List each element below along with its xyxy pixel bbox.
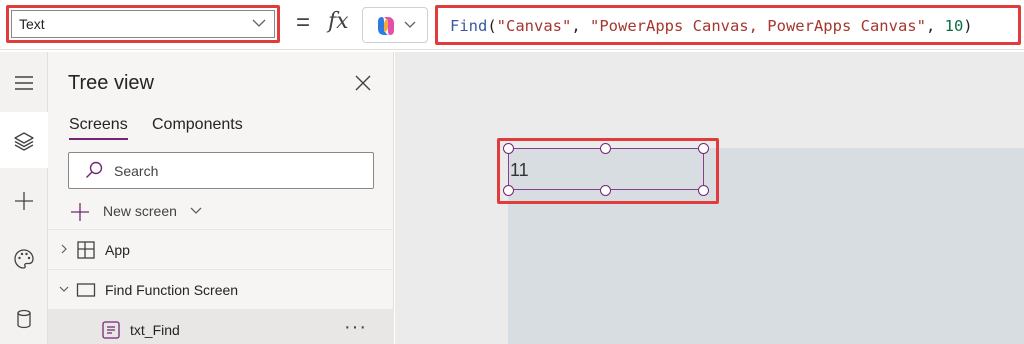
resize-handle-top-right[interactable]: [698, 143, 709, 154]
data-button[interactable]: [0, 290, 48, 344]
screen-icon: [76, 283, 96, 297]
tab-underline: [69, 138, 128, 140]
theme-button[interactable]: [0, 230, 48, 286]
chevron-right-icon[interactable]: [58, 243, 70, 255]
tree-item-txt-find[interactable]: txt_Find ···: [48, 309, 394, 344]
tab-screens-label: Screens: [69, 116, 128, 133]
chevron-down-icon: [252, 19, 266, 27]
chevron-down-icon: [190, 207, 202, 214]
formula-token: ,: [571, 17, 590, 35]
formula-token: 10: [944, 17, 964, 35]
hamburger-menu-icon: [15, 76, 33, 90]
chevron-down-icon[interactable]: [58, 283, 70, 295]
formula-token: ): [963, 17, 973, 35]
tree-item-label: App: [105, 242, 130, 258]
formula-token: (: [487, 17, 497, 35]
more-options-icon[interactable]: ···: [344, 316, 367, 339]
tab-components[interactable]: Components: [152, 116, 243, 134]
copilot-icon: [378, 17, 394, 35]
layers-icon: [14, 132, 34, 151]
text-label-icon: [102, 321, 120, 339]
insert-button[interactable]: [0, 172, 48, 228]
equals-sign: =: [296, 9, 311, 36]
tree-view-button[interactable]: [0, 112, 48, 168]
search-placeholder: Search: [114, 163, 159, 179]
search-input[interactable]: Search: [68, 152, 374, 189]
fx-icon: fx: [328, 9, 349, 34]
formula-token: "Canvas": [496, 17, 572, 35]
canvas-area: 11: [395, 52, 1024, 344]
resize-handle-top-left[interactable]: [503, 143, 514, 154]
app-grid-icon: [77, 241, 95, 259]
tree-view-panel: Tree view Screens Components Search New …: [48, 52, 394, 344]
new-screen-label: New screen: [103, 203, 177, 219]
panel-title: Tree view: [68, 72, 154, 94]
tree-item-label: Find Function Screen: [105, 282, 239, 298]
plus-icon: [71, 203, 89, 221]
resize-handle-bottom[interactable]: [600, 185, 611, 196]
database-icon: [17, 309, 31, 329]
formula-input[interactable]: Find("Canvas", "PowerApps Canvas, PowerA…: [435, 5, 1021, 45]
property-dropdown[interactable]: Text: [6, 5, 280, 43]
resize-handle-bottom-left[interactable]: [503, 185, 514, 196]
property-dropdown-frame: [11, 10, 275, 38]
txt-find-label[interactable]: 11: [508, 148, 704, 190]
formula-token: Find: [450, 17, 488, 35]
palette-icon: [14, 249, 34, 269]
control-value: 11: [510, 160, 529, 180]
resize-handle-top[interactable]: [600, 143, 611, 154]
formula-token: "PowerApps Canvas, PowerApps Canvas": [590, 17, 926, 35]
menu-button[interactable]: [0, 54, 48, 110]
search-icon: [86, 161, 103, 178]
formula-text: Find("Canvas", "PowerApps Canvas, PowerA…: [450, 17, 973, 35]
left-rail: [0, 52, 48, 344]
resize-handle-bottom-right[interactable]: [698, 185, 709, 196]
tree-item-screen[interactable]: Find Function Screen: [48, 269, 394, 309]
tab-screens[interactable]: Screens: [69, 116, 128, 140]
formula-bar: Text = fx Find("Canvas", "PowerApps Canv…: [0, 0, 1024, 50]
copilot-button[interactable]: [362, 7, 428, 43]
property-dropdown-value: Text: [19, 16, 45, 32]
chevron-down-icon: [404, 21, 416, 28]
tree-item-app[interactable]: App: [48, 229, 394, 269]
formula-token: ,: [925, 17, 945, 35]
tree-item-label: txt_Find: [130, 322, 180, 338]
close-icon[interactable]: [354, 74, 372, 92]
plus-icon: [15, 192, 33, 210]
